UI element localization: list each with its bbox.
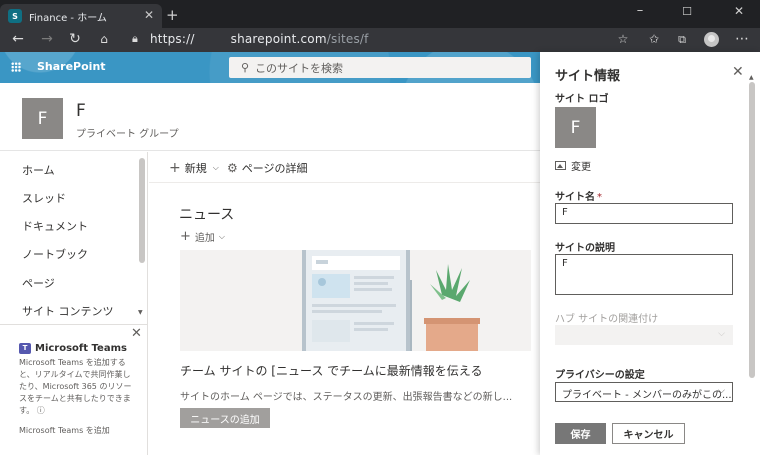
favorite-star-icon[interactable]: ☆: [614, 32, 632, 46]
teams-title-text: Microsoft Teams: [35, 343, 127, 354]
chevron-down-icon: ⌵: [212, 163, 219, 172]
site-name-field[interactable]: F: [555, 203, 733, 224]
page-details-label: ページの詳細: [241, 162, 308, 175]
change-logo-button[interactable]: 変更: [555, 158, 591, 173]
info-icon[interactable]: ⓘ: [37, 406, 45, 415]
refresh-icon[interactable]: ↻: [66, 31, 84, 47]
hub-association-select: ⌵: [555, 325, 733, 345]
nav-item-site-contents[interactable]: サイト コンテンツ: [22, 303, 114, 319]
teams-promo-title: T Microsoft Teams: [19, 343, 127, 354]
panel-title: サイト情報: [555, 69, 621, 84]
change-label: 変更: [571, 162, 591, 173]
site-name[interactable]: F: [76, 101, 86, 121]
nav-item-home[interactable]: ホーム: [22, 162, 55, 178]
nav-item-notebook[interactable]: ノートブック: [22, 246, 88, 262]
news-illustration-svg: [180, 250, 531, 351]
nav-item-pages[interactable]: ページ: [22, 275, 55, 291]
favorites-icon[interactable]: ✩: [645, 32, 663, 46]
privacy-settings-label: プライバシーの設定: [555, 370, 645, 381]
site-description-field[interactable]: F: [555, 254, 733, 295]
site-name-label: サイト名 *: [555, 188, 602, 203]
close-icon[interactable]: ✕: [131, 326, 142, 341]
add-news-button[interactable]: ニュースの追加: [180, 408, 270, 428]
nav-item-documents[interactable]: ドキュメント: [22, 218, 88, 234]
image-icon: [555, 161, 566, 170]
lock-icon[interactable]: 🔒︎: [132, 32, 138, 46]
news-heading: ニュース: [179, 207, 235, 223]
panel-site-logo: F: [555, 107, 596, 148]
plus-icon: +: [180, 229, 191, 244]
teams-promo-body: Microsoft Teams を追加すると、リアルタイムで共同作業し たり、M…: [19, 357, 134, 417]
teams-logo-icon: T: [19, 343, 31, 354]
app-launcher-icon[interactable]: [11, 62, 21, 72]
nav-item-conversations[interactable]: スレッド: [22, 190, 66, 206]
news-add-button[interactable]: + 追加 ⌵: [180, 229, 225, 244]
news-hero-illustration: [180, 250, 531, 351]
site-logo-label: サイト ロゴ: [555, 94, 609, 105]
site-search-box[interactable]: ⚲ このサイトを検索: [229, 57, 531, 78]
close-icon[interactable]: ✕: [732, 64, 744, 80]
address-host: sharepoint.com: [230, 32, 327, 46]
chevron-down-icon: ⌵: [718, 329, 725, 339]
back-icon[interactable]: ←: [9, 31, 27, 47]
browser-titlebar: S Finance - ホーム ✕ + – ☐ ✕: [0, 0, 760, 28]
gear-icon: ⚙: [227, 161, 238, 175]
news-title[interactable]: チーム サイトの [ニュース でチームに最新情報を伝える: [180, 362, 530, 379]
more-icon[interactable]: ⋯: [733, 31, 751, 47]
address-path: /sites/f: [326, 32, 369, 46]
privacy-settings-select[interactable]: プライベート - メンバーのみがこの... ⌵: [555, 382, 733, 402]
profile-avatar[interactable]: [704, 32, 719, 47]
site-name-label-text: サイト名: [555, 192, 595, 203]
site-subtitle: プライベート グループ: [76, 129, 179, 140]
sharepoint-favicon-icon: S: [8, 9, 22, 23]
page-details-button[interactable]: ⚙ ページの詳細: [227, 160, 308, 176]
collections-icon[interactable]: ⧉: [673, 33, 691, 47]
site-logo[interactable]: F: [22, 98, 63, 139]
site-description-label: サイトの説明: [555, 243, 615, 254]
forward-icon[interactable]: →: [38, 31, 56, 47]
add-teams-link[interactable]: Microsoft Teams を追加: [19, 425, 110, 436]
window-close-icon[interactable]: ✕: [729, 4, 749, 18]
nav-scroll-down-icon[interactable]: ▼: [138, 309, 143, 316]
browser-tab[interactable]: S Finance - ホーム ✕: [0, 4, 162, 28]
nav-scrollbar[interactable]: [139, 158, 145, 263]
panel-scroll-up-icon[interactable]: ▲: [749, 74, 754, 81]
address-scheme: https://: [150, 32, 195, 46]
plus-icon: +: [169, 160, 181, 176]
search-placeholder: このサイトを検索: [255, 61, 344, 75]
news-description: サイトのホーム ページでは、ステータスの更新、出張報告書などの新し...: [180, 392, 513, 403]
home-icon[interactable]: ⌂: [95, 32, 113, 46]
news-add-label: 追加: [194, 233, 215, 244]
save-button[interactable]: 保存: [555, 423, 606, 444]
suite-bar: SharePoint ⚲ このサイトを検索: [0, 52, 540, 83]
chevron-down-icon: ⌵: [218, 231, 225, 241]
new-button[interactable]: + 新規 ⌵: [169, 160, 219, 176]
browser-toolbar: ← → ↻ ⌂ 🔒︎ https:// sharepoint.com/sites/…: [0, 28, 760, 52]
panel-footer: 保存 キャンセル: [540, 412, 760, 455]
search-icon: ⚲: [241, 61, 250, 74]
required-marker: *: [597, 192, 602, 203]
new-tab-button[interactable]: +: [166, 6, 179, 24]
panel-scrollbar[interactable]: [749, 82, 755, 378]
address-bar[interactable]: https:// sharepoint.com/sites/f: [150, 32, 369, 46]
minimize-icon[interactable]: –: [630, 3, 650, 18]
cancel-button[interactable]: キャンセル: [612, 423, 685, 444]
tab-title: Finance - ホーム: [29, 12, 107, 24]
command-bar: + 新規 ⌵ ⚙ ページの詳細: [149, 152, 540, 183]
maximize-icon[interactable]: ☐: [677, 5, 697, 18]
chevron-down-icon: ⌵: [718, 386, 725, 396]
site-information-panel: サイト情報 ✕ ▲ サイト ロゴ F 変更 サイト名 * F サイトの説明 F ハ…: [540, 52, 760, 455]
hub-association-label: ハブ サイトの関連付け: [555, 314, 659, 325]
sharepoint-brand[interactable]: SharePoint: [37, 60, 106, 73]
site-header: F F プライベート グループ: [0, 83, 540, 151]
teams-promo-card: ✕ T Microsoft Teams Microsoft Teams を追加す…: [0, 324, 148, 455]
new-label: 新規: [184, 162, 207, 175]
tab-close-icon[interactable]: ✕: [144, 8, 154, 22]
privacy-value: プライベート - メンバーのみがこの...: [562, 390, 732, 401]
